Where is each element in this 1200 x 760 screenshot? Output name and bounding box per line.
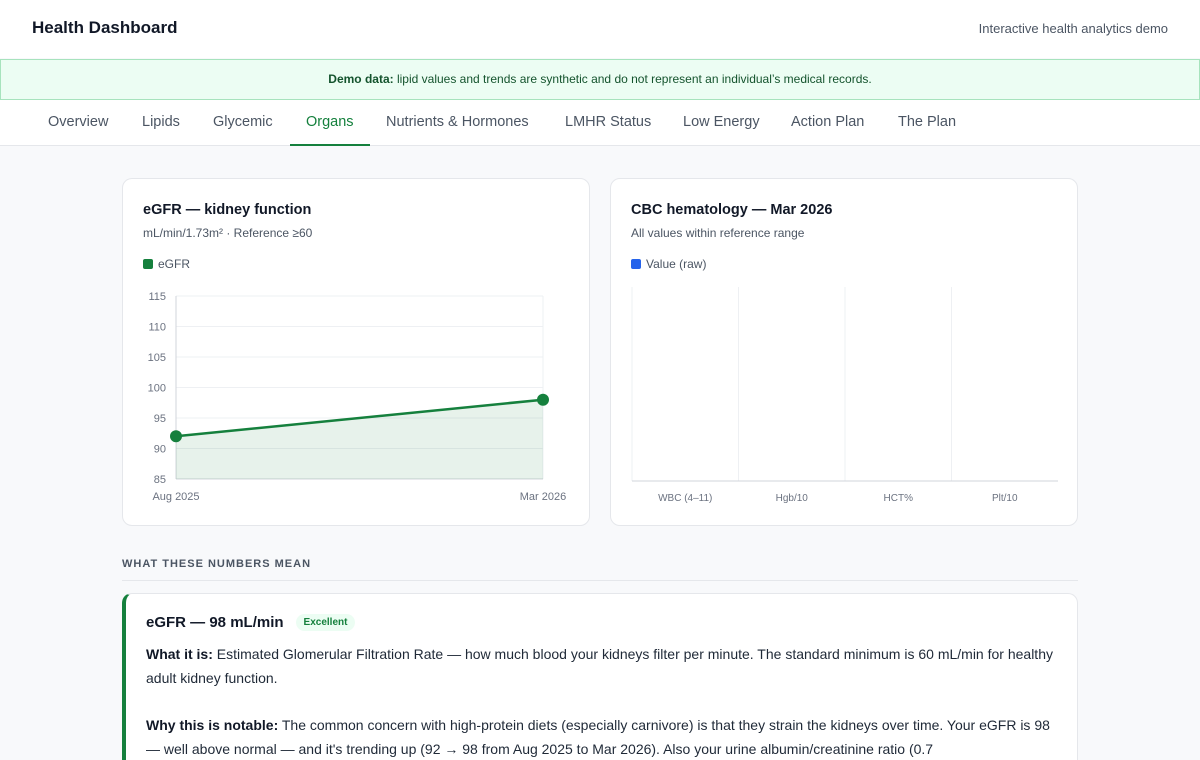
tab-lipids[interactable]: Lipids: [126, 100, 196, 146]
section-divider: [122, 580, 1078, 581]
egfr-area-fill: [176, 399, 543, 479]
tab-overview[interactable]: Overview: [32, 100, 124, 146]
app-title: Health Dashboard: [32, 18, 178, 37]
egfr-chart: 85 90 95 100 105 110 115 Aug 2025 Mar 2026: [148, 291, 567, 503]
tab-action-plan[interactable]: Action Plan: [775, 100, 880, 146]
egfr-y-tick-label: 85: [154, 474, 166, 486]
egfr-y-tick-label: 90: [154, 444, 166, 456]
egfr-explainer-card: eGFR — 98 mL/min Excellent What it is: E…: [122, 593, 1078, 760]
egfr-x-tick-label: Mar 2026: [520, 491, 566, 503]
egfr-card: eGFR — kidney function mL/min/1.73m² · R…: [122, 178, 590, 526]
status-badge: Excellent: [295, 614, 356, 631]
demo-data-banner: Demo data: lipid values and trends are s…: [0, 59, 1200, 100]
tab-the-plan[interactable]: The Plan: [882, 100, 972, 146]
egfr-y-tick-label: 115: [148, 291, 166, 303]
banner-label: Demo data:: [328, 72, 394, 86]
app-subtitle: Interactive health analytics demo: [978, 21, 1168, 36]
tab-organs[interactable]: Organs: [290, 100, 370, 146]
explainer-title: eGFR — 98 mL/min: [146, 614, 284, 631]
egfr-x-tick-label: Aug 2025: [152, 491, 199, 503]
why-notable-text: The common concern with high-protein die…: [146, 717, 1050, 757]
section-label: WHAT THESE NUMBERS MEAN: [122, 558, 312, 570]
cbc-chart: WBC (4–11) Hgb/10 HCT% Plt/10: [631, 287, 1058, 504]
egfr-data-point: [170, 430, 182, 443]
cbc-x-tick-label: Plt/10: [992, 493, 1018, 504]
what-it-is-label: What it is:: [146, 646, 213, 662]
what-it-is-text: Estimated Glomerular Filtration Rate — h…: [146, 646, 1053, 686]
why-notable-paragraph: Why this is notable: The common concern …: [146, 714, 1056, 760]
cbc-x-tick-label: WBC (4–11): [658, 493, 712, 504]
egfr-data-point: [537, 393, 549, 406]
what-it-is-paragraph: What it is: Estimated Glomerular Filtrat…: [146, 643, 1056, 690]
tab-glycemic[interactable]: Glycemic: [197, 100, 289, 146]
egfr-y-tick-label: 100: [148, 383, 166, 395]
cbc-card: CBC hematology — Mar 2026 All values wit…: [610, 178, 1078, 526]
explainer-title-row: eGFR — 98 mL/min Excellent: [146, 614, 356, 631]
tab-low-energy[interactable]: Low Energy: [667, 100, 776, 146]
egfr-y-tick-label: 95: [154, 413, 166, 425]
tab-lmhr-status[interactable]: LMHR Status: [549, 100, 667, 146]
tab-nutrients-hormones[interactable]: Nutrients & Hormones: [370, 100, 545, 146]
egfr-y-tick-label: 110: [148, 322, 166, 334]
tab-bar: Overview Lipids Glycemic Organs Nutrient…: [0, 100, 1200, 146]
why-notable-label: Why this is notable:: [146, 717, 279, 733]
banner-text: lipid values and trends are synthetic an…: [393, 72, 872, 86]
cbc-x-tick-label: HCT%: [884, 493, 914, 504]
cbc-x-tick-label: Hgb/10: [776, 493, 809, 504]
top-bar: Health Dashboard Interactive health anal…: [0, 0, 1200, 58]
egfr-y-tick-label: 105: [148, 352, 166, 364]
